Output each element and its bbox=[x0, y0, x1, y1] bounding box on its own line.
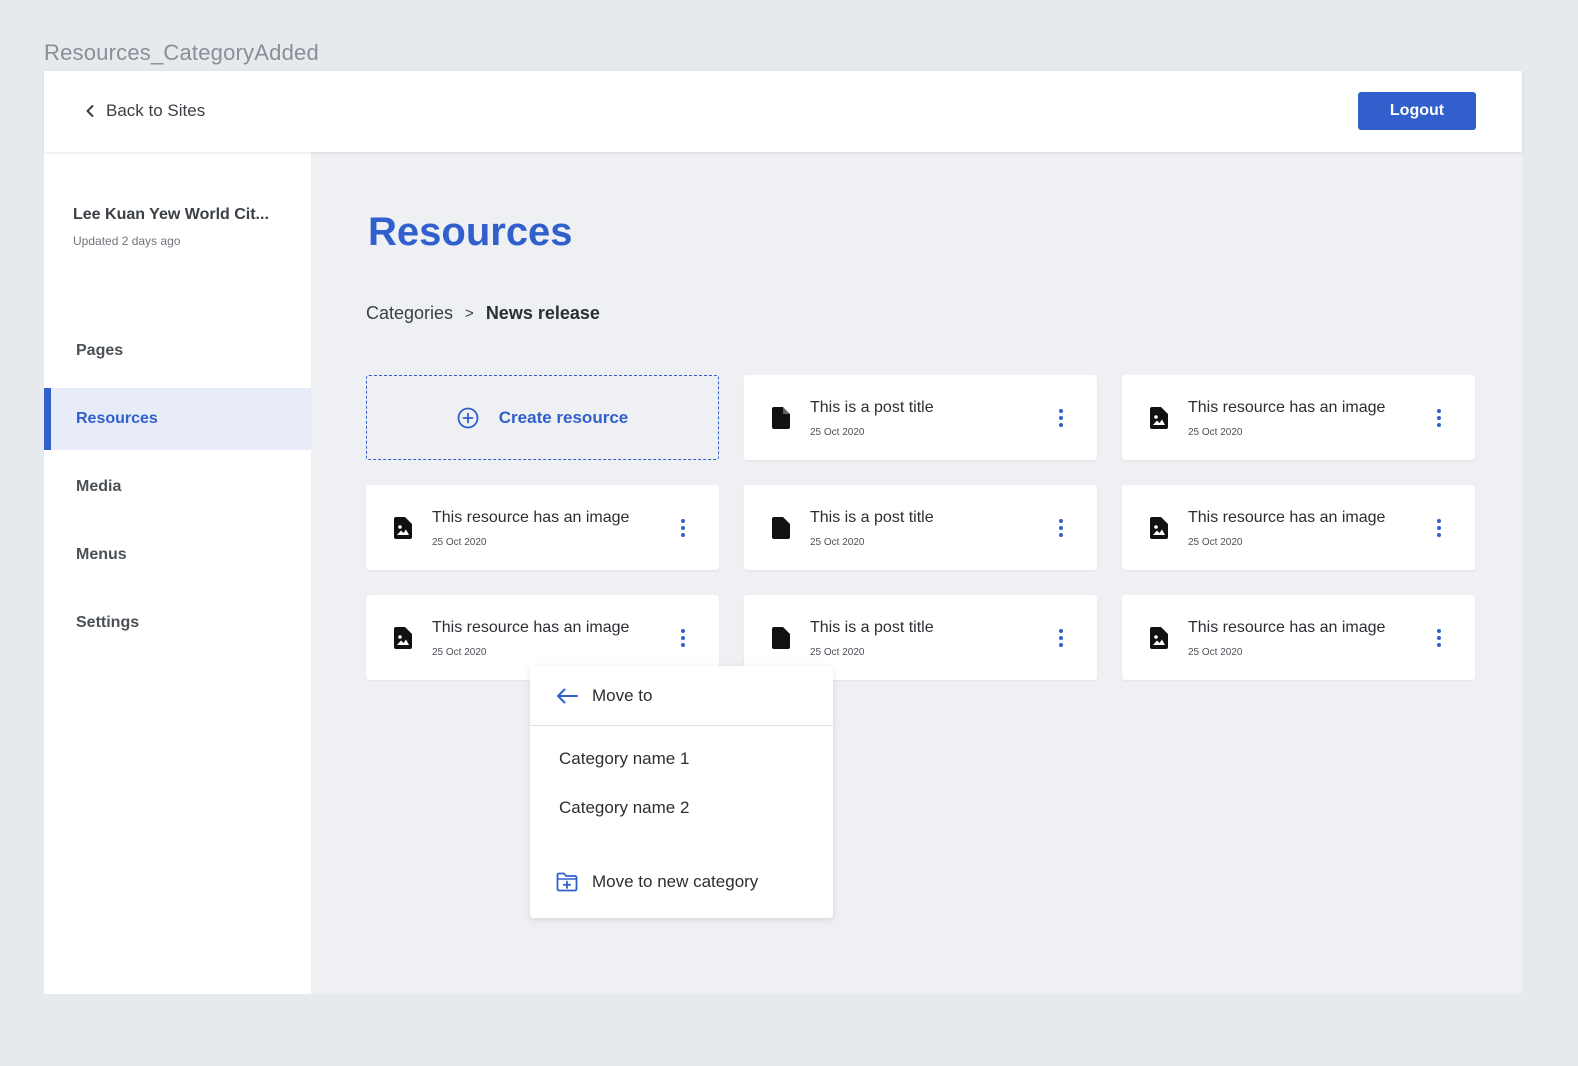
image-document-icon bbox=[394, 517, 412, 539]
resource-date: 25 Oct 2020 bbox=[810, 427, 865, 438]
top-bar: Back to Sites Logout bbox=[44, 71, 1522, 152]
resource-card[interactable]: This resource has an image 25 Oct 2020 bbox=[1122, 485, 1475, 570]
sidebar-item-media[interactable]: Media bbox=[44, 456, 311, 518]
breadcrumb-current: News release bbox=[485, 303, 600, 323]
resource-card[interactable]: This is a post title 25 Oct 2020 bbox=[744, 375, 1097, 460]
sidebar-item-resources[interactable]: Resources bbox=[44, 388, 311, 450]
sidebar-item-label: Pages bbox=[76, 342, 124, 359]
resource-title: This is a post title bbox=[810, 399, 934, 416]
frame-title: Resources_CategoryAdded bbox=[44, 40, 319, 65]
app-window: Back to Sites Logout Lee Kuan Yew World … bbox=[44, 71, 1522, 994]
resource-date: 25 Oct 2020 bbox=[1188, 647, 1243, 658]
sidebar-item-label: Menus bbox=[76, 546, 127, 563]
back-to-sites-link[interactable]: Back to Sites bbox=[84, 99, 205, 123]
move-to-new-category-label: Move to new category bbox=[592, 872, 759, 891]
main-content: Resources Categories > News release Crea… bbox=[311, 152, 1522, 994]
more-options-icon[interactable] bbox=[677, 627, 689, 649]
resource-date: 25 Oct 2020 bbox=[1188, 427, 1243, 438]
arrow-left-icon[interactable] bbox=[556, 688, 578, 704]
move-to-menu: Move to Category name 1 Category name 2 … bbox=[530, 666, 833, 918]
create-resource-button[interactable]: Create resource bbox=[366, 375, 719, 460]
more-options-icon[interactable] bbox=[1055, 517, 1067, 539]
sidebar-nav: Pages Resources Media Menus Settings bbox=[44, 320, 311, 660]
resource-title: This is a post title bbox=[810, 509, 934, 526]
resource-title: This resource has an image bbox=[432, 509, 630, 526]
move-to-header: Move to bbox=[530, 666, 833, 726]
more-options-icon[interactable] bbox=[1433, 407, 1445, 429]
breadcrumb-separator: > bbox=[465, 305, 474, 322]
resource-title: This resource has an image bbox=[432, 619, 630, 636]
image-document-icon bbox=[1150, 407, 1168, 429]
move-to-new-category-button[interactable]: Move to new category bbox=[556, 872, 758, 892]
chevron-left-icon bbox=[86, 105, 94, 117]
resource-card[interactable]: This is a post title 25 Oct 2020 bbox=[744, 485, 1097, 570]
create-resource-label: Create resource bbox=[498, 407, 629, 427]
move-to-title: Move to bbox=[592, 685, 653, 705]
more-options-icon[interactable] bbox=[1055, 407, 1067, 429]
resource-grid: Create resource This is a post title 25 … bbox=[366, 375, 1475, 680]
back-to-sites-label: Back to Sites bbox=[106, 101, 206, 120]
sidebar: Lee Kuan Yew World Cit... Updated 2 days… bbox=[44, 152, 311, 994]
page-title: Resources bbox=[368, 210, 573, 254]
more-options-icon[interactable] bbox=[1055, 627, 1067, 649]
more-options-icon[interactable] bbox=[677, 517, 689, 539]
breadcrumb-categories[interactable]: Categories bbox=[366, 303, 453, 324]
more-options-icon[interactable] bbox=[1433, 627, 1445, 649]
resource-card[interactable]: This resource has an image 25 Oct 2020 bbox=[366, 485, 719, 570]
image-document-icon bbox=[394, 627, 412, 649]
more-options-icon[interactable] bbox=[1433, 517, 1445, 539]
menu-item-category-1[interactable]: Category name 1 bbox=[559, 749, 689, 769]
image-document-icon bbox=[1150, 517, 1168, 539]
site-name: Lee Kuan Yew World Cit... bbox=[73, 206, 269, 223]
sidebar-item-label: Media bbox=[76, 478, 122, 495]
document-icon bbox=[772, 627, 790, 649]
resource-title: This resource has an image bbox=[1188, 509, 1386, 526]
document-icon bbox=[772, 517, 790, 539]
resource-date: 25 Oct 2020 bbox=[1188, 537, 1243, 548]
resource-card[interactable]: This resource has an image 25 Oct 2020 bbox=[1122, 595, 1475, 680]
sidebar-item-pages[interactable]: Pages bbox=[44, 320, 311, 382]
site-updated: Updated 2 days ago bbox=[73, 234, 181, 248]
resource-date: 25 Oct 2020 bbox=[432, 537, 487, 548]
resource-title: This resource has an image bbox=[1188, 619, 1386, 636]
resource-date: 25 Oct 2020 bbox=[432, 647, 487, 658]
sidebar-item-label: Resources bbox=[76, 410, 158, 427]
resource-date: 25 Oct 2020 bbox=[810, 647, 865, 658]
sidebar-item-menus[interactable]: Menus bbox=[44, 524, 311, 586]
sidebar-item-label: Settings bbox=[76, 614, 140, 631]
plus-circle-icon bbox=[457, 407, 479, 428]
menu-item-category-2[interactable]: Category name 2 bbox=[559, 798, 689, 818]
image-document-icon bbox=[1150, 627, 1168, 649]
document-icon bbox=[772, 407, 790, 429]
folder-plus-icon bbox=[556, 872, 578, 892]
resource-card[interactable]: This resource has an image 25 Oct 2020 bbox=[1122, 375, 1475, 460]
breadcrumb: Categories > News release bbox=[366, 303, 600, 324]
logout-button[interactable]: Logout bbox=[1358, 92, 1476, 130]
resource-title: This is a post title bbox=[810, 619, 934, 636]
resource-title: This resource has an image bbox=[1188, 399, 1386, 416]
resource-date: 25 Oct 2020 bbox=[810, 537, 865, 548]
sidebar-item-settings[interactable]: Settings bbox=[44, 592, 311, 654]
